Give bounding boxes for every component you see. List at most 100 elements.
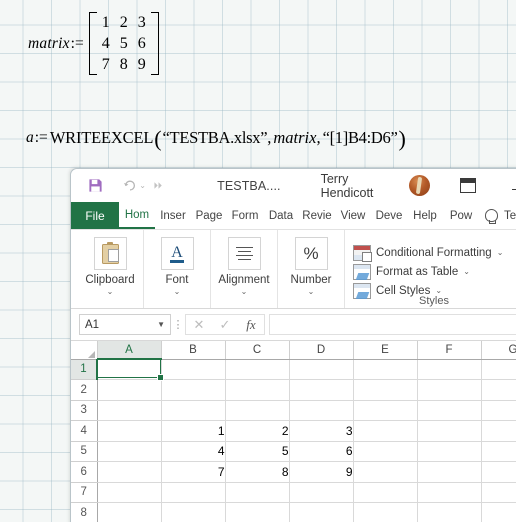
cell-D6[interactable]: 9 xyxy=(289,461,354,483)
cell-B2[interactable] xyxy=(161,379,226,401)
cell-A4[interactable] xyxy=(97,420,162,442)
row-header-6[interactable]: 6 xyxy=(71,461,98,483)
cell-F2[interactable] xyxy=(417,379,482,401)
chevron-down-icon[interactable]: ⌄ xyxy=(107,288,114,296)
select-all-corner[interactable] xyxy=(71,341,98,360)
enter-formula-button[interactable]: ✓ xyxy=(212,317,238,333)
cell-A1[interactable] xyxy=(97,359,162,380)
column-header-c[interactable]: C xyxy=(225,341,290,360)
cell-G3[interactable] xyxy=(481,400,516,421)
cell-C5[interactable]: 5 xyxy=(225,441,290,462)
cell-E8[interactable] xyxy=(353,502,418,522)
cell-E1[interactable] xyxy=(353,359,418,380)
cell-B8[interactable] xyxy=(161,502,226,522)
cell-G6[interactable] xyxy=(481,461,516,483)
redo-icon[interactable] xyxy=(146,173,171,199)
cell-B6[interactable]: 7 xyxy=(161,461,226,483)
cell-C3[interactable] xyxy=(225,400,290,421)
formula-input[interactable] xyxy=(269,314,516,335)
chevron-down-icon[interactable]: ⌄ xyxy=(497,248,504,257)
row-header-7[interactable]: 7 xyxy=(71,482,98,503)
cell-A5[interactable] xyxy=(97,441,162,462)
cell-F4[interactable] xyxy=(417,420,482,442)
format-as-table-button[interactable]: Format as Table ⌄ xyxy=(353,262,516,281)
chevron-down-icon[interactable]: ⌄ xyxy=(435,286,442,295)
cell-F1[interactable] xyxy=(417,359,482,380)
tab-formulas[interactable]: Form xyxy=(227,202,263,229)
cell-D7[interactable] xyxy=(289,482,354,503)
cell-G7[interactable] xyxy=(481,482,516,503)
cell-A2[interactable] xyxy=(97,379,162,401)
ribbon-group-font[interactable]: A Font ⌄ xyxy=(144,230,211,308)
column-header-f[interactable]: F xyxy=(417,341,482,360)
tab-file[interactable]: File xyxy=(71,202,119,229)
cell-G2[interactable] xyxy=(481,379,516,401)
column-header-d[interactable]: D xyxy=(289,341,354,360)
tell-me-search[interactable]: Te xyxy=(485,202,516,229)
row-header-4[interactable]: 4 xyxy=(71,420,98,442)
cell-C6[interactable]: 8 xyxy=(225,461,290,483)
insert-function-icon[interactable]: fx xyxy=(238,317,264,333)
name-box[interactable]: A1 ▼ xyxy=(79,314,171,335)
column-header-e[interactable]: E xyxy=(353,341,418,360)
cell-F6[interactable] xyxy=(417,461,482,483)
cell-E6[interactable] xyxy=(353,461,418,483)
matrix-definition-expression[interactable]: matrix := 1 2 3 4 5 6 7 8 9 xyxy=(28,12,159,75)
cell-C1[interactable] xyxy=(225,359,290,380)
cell-G1[interactable] xyxy=(481,359,516,380)
cell-D3[interactable] xyxy=(289,400,354,421)
chevron-down-icon[interactable]: ▼ xyxy=(157,320,165,329)
tab-insert[interactable]: Inser xyxy=(155,202,191,229)
tab-view[interactable]: View xyxy=(335,202,371,229)
cell-B7[interactable] xyxy=(161,482,226,503)
cell-B4[interactable]: 1 xyxy=(161,420,226,442)
cell-C2[interactable] xyxy=(225,379,290,401)
cell-F3[interactable] xyxy=(417,400,482,421)
undo-dropdown-caret[interactable]: ⌄ xyxy=(139,181,146,190)
column-header-b[interactable]: B xyxy=(161,341,226,360)
save-icon[interactable] xyxy=(83,173,108,199)
chevron-down-icon[interactable]: ⌄ xyxy=(308,288,315,296)
row-header-5[interactable]: 5 xyxy=(71,441,98,462)
row-header-2[interactable]: 2 xyxy=(71,379,98,401)
cell-F8[interactable] xyxy=(417,502,482,522)
avatar[interactable] xyxy=(408,175,430,196)
cancel-formula-button[interactable]: ✕ xyxy=(186,317,212,333)
tab-data[interactable]: Data xyxy=(263,202,299,229)
cell-D2[interactable] xyxy=(289,379,354,401)
tab-help[interactable]: Help xyxy=(407,202,443,229)
ribbon-group-clipboard[interactable]: Clipboard ⌄ xyxy=(77,230,144,308)
ribbon-group-alignment[interactable]: Alignment ⌄ xyxy=(211,230,278,308)
minimize-button[interactable] xyxy=(512,182,516,190)
number-icon-box[interactable]: % xyxy=(294,237,328,270)
cell-B5[interactable]: 4 xyxy=(161,441,226,462)
cell-A3[interactable] xyxy=(97,400,162,421)
row-header-1[interactable]: 1 xyxy=(71,359,98,380)
cell-A8[interactable] xyxy=(97,502,162,522)
ribbon-group-number[interactable]: % Number ⌄ xyxy=(278,230,345,308)
tab-power-pivot[interactable]: Pow xyxy=(443,202,479,229)
cell-G8[interactable] xyxy=(481,502,516,522)
tab-home[interactable]: Hom xyxy=(119,202,155,229)
conditional-formatting-button[interactable]: Conditional Formatting ⌄ xyxy=(353,243,516,262)
cell-D1[interactable] xyxy=(289,359,354,380)
cell-E4[interactable] xyxy=(353,420,418,442)
cell-G4[interactable] xyxy=(481,420,516,442)
cell-D5[interactable]: 6 xyxy=(289,441,354,462)
fill-handle[interactable] xyxy=(157,374,164,381)
font-icon-box[interactable]: A xyxy=(160,237,194,270)
clipboard-icon-box[interactable] xyxy=(93,237,127,270)
tab-developer[interactable]: Deve xyxy=(371,202,407,229)
cell-C7[interactable] xyxy=(225,482,290,503)
cell-B3[interactable] xyxy=(161,400,226,421)
cell-D8[interactable] xyxy=(289,502,354,522)
tab-page-layout[interactable]: Page xyxy=(191,202,227,229)
column-header-a[interactable]: A xyxy=(97,341,162,360)
cell-E5[interactable] xyxy=(353,441,418,462)
cell-G5[interactable] xyxy=(481,441,516,462)
cell-F7[interactable] xyxy=(417,482,482,503)
column-header-g[interactable]: G xyxy=(481,341,516,360)
row-header-3[interactable]: 3 xyxy=(71,400,98,421)
ribbon-display-options-icon[interactable] xyxy=(459,178,477,193)
cell-A7[interactable] xyxy=(97,482,162,503)
